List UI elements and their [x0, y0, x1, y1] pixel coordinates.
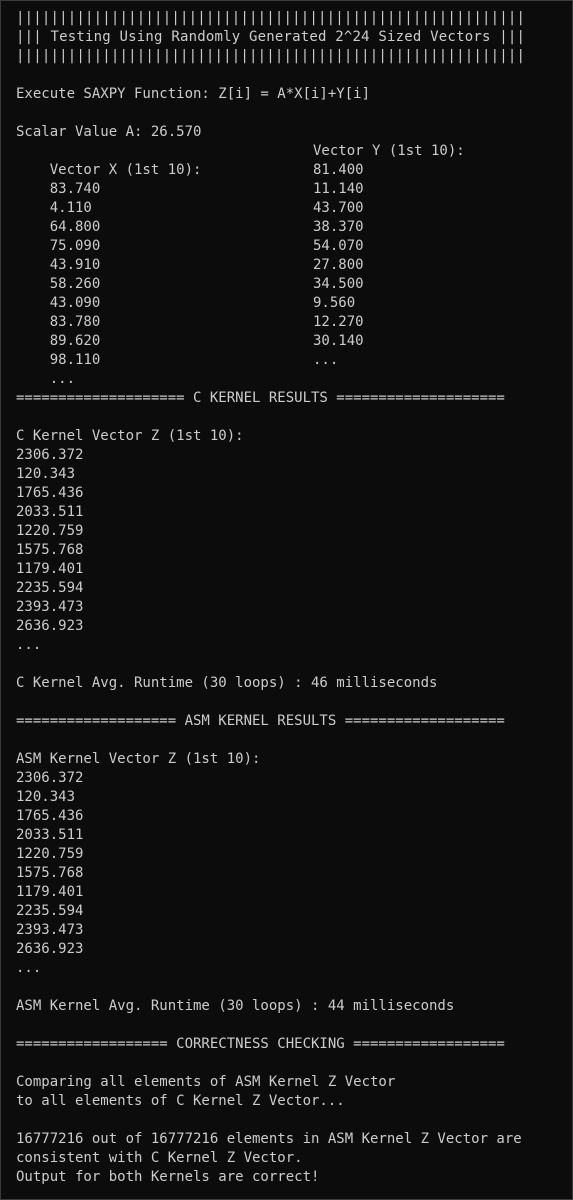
asm-kernel-ellipsis: ... [16, 960, 42, 976]
vector-y-value: 11.140 [313, 181, 364, 197]
vector-row: 75.090 38.370 [16, 218, 364, 254]
vector-row: 58.260 27.800 [16, 256, 364, 292]
c-kernel-value: 1220.759 [16, 523, 84, 539]
correctness-line: Comparing all elements of ASM Kernel Z V… [16, 1074, 396, 1090]
vector-y-value: 43.700 [313, 200, 364, 216]
vector-row: 98.110 30.140 [16, 332, 364, 368]
vector-y-value: 54.070 [313, 238, 364, 254]
asm-kernel-value: 1765.436 [16, 808, 84, 824]
vector-y-value: 38.370 [313, 219, 364, 235]
vector-y-value: ... [313, 352, 339, 368]
console-window[interactable]: ||||||||||||||||||||||||||||||||||||||||… [0, 0, 573, 1200]
vector-row: 43.910 54.070 [16, 237, 364, 273]
c-kernel-value: 120.343 [16, 466, 76, 482]
c-kernel-header: C Kernel Vector Z (1st 10): [16, 428, 244, 444]
vector-row: 64.800 43.700 [16, 199, 364, 235]
asm-kernel-value: 2033.511 [16, 827, 84, 843]
correctness-separator: ================== CORRECTNESS CHECKING … [16, 1036, 505, 1052]
c-kernel-ellipsis: ... [16, 637, 42, 653]
asm-kernel-value: 1575.768 [16, 865, 84, 881]
vector-row: 4.110 11.140 [16, 180, 364, 216]
asm-kernel-value: 2636.923 [16, 941, 84, 957]
c-kernel-separator: ==================== C KERNEL RESULTS ==… [16, 390, 505, 406]
asm-kernel-separator: =================== ASM KERNEL RESULTS =… [16, 713, 505, 729]
vector-y-header: Vector Y (1st 10): [313, 143, 465, 159]
vector-y-value: 27.800 [313, 257, 364, 273]
vector-y-value: 9.560 [313, 295, 356, 311]
banner-bar-top: ||||||||||||||||||||||||||||||||||||||||… [16, 10, 526, 26]
asm-kernel-value: 1179.401 [16, 884, 84, 900]
c-kernel-value: 2393.473 [16, 599, 84, 615]
asm-kernel-header: ASM Kernel Vector Z (1st 10): [16, 751, 261, 767]
asm-kernel-value: 120.343 [16, 789, 76, 805]
banner-bar-bottom: ||||||||||||||||||||||||||||||||||||||||… [16, 48, 526, 64]
correctness-line: consistent with C Kernel Z Vector. [16, 1150, 303, 1166]
vector-y-value: 12.270 [313, 314, 364, 330]
scalar-line: Scalar Value A: 26.570 [16, 124, 202, 140]
execute-line: Execute SAXPY Function: Z[i] = A*X[i]+Y[… [16, 86, 371, 102]
asm-kernel-value: 1220.759 [16, 846, 84, 862]
c-kernel-value: 2033.511 [16, 504, 84, 520]
correctness-line: to all elements of C Kernel Z Vector... [16, 1093, 345, 1109]
vector-y-value: 34.500 [313, 276, 364, 292]
c-kernel-value: 1575.768 [16, 542, 84, 558]
vector-y-value: 81.400 [313, 162, 364, 178]
asm-kernel-value: 2393.473 [16, 922, 84, 938]
vector-row: 89.620 12.270 [16, 313, 364, 349]
asm-kernel-value: 2306.372 [16, 770, 84, 786]
vector-x-value: ... [49, 371, 76, 387]
c-kernel-runtime: C Kernel Avg. Runtime (30 loops) : 46 mi… [16, 675, 438, 691]
correctness-result: Output for both Kernels are correct! [16, 1169, 320, 1185]
vector-header-row: Vector X (1st 10): Vector Y (1st 10): [16, 142, 465, 178]
vector-row: 83.780 9.560 [16, 294, 355, 330]
c-kernel-value: 2235.594 [16, 580, 84, 596]
c-kernel-value: 1765.436 [16, 485, 84, 501]
correctness-line: 16777216 out of 16777216 elements in ASM… [16, 1131, 522, 1147]
asm-kernel-value: 2235.594 [16, 903, 84, 919]
asm-kernel-runtime: ASM Kernel Avg. Runtime (30 loops) : 44 … [16, 998, 455, 1014]
c-kernel-value: 2306.372 [16, 447, 84, 463]
vector-y-value: 30.140 [313, 333, 364, 349]
vector-row-ellipsis: ... ... [16, 351, 339, 387]
vector-row: 83.740 81.400 [16, 161, 364, 197]
banner-title: ||| Testing Using Randomly Generated 2^2… [16, 29, 526, 45]
c-kernel-value: 2636.923 [16, 618, 84, 634]
vector-row: 43.090 34.500 [16, 275, 364, 311]
c-kernel-value: 1179.401 [16, 561, 84, 577]
